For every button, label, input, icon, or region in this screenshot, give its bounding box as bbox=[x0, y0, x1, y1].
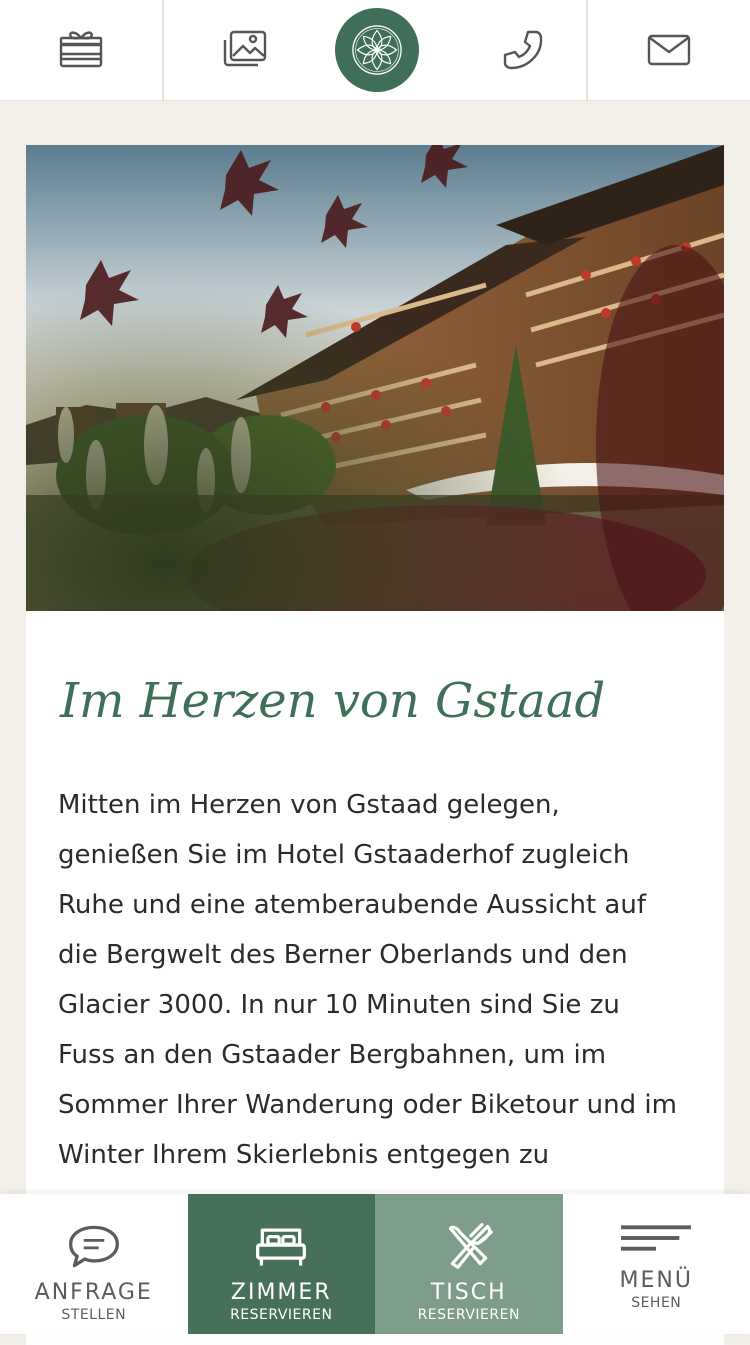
text-line: genießen Sie im Hotel Gstaaderhof zuglei… bbox=[58, 830, 708, 880]
text-line: Fuss an den Gstaader Bergbahnen, um im bbox=[58, 1030, 708, 1080]
chat-bubble-icon bbox=[66, 1222, 122, 1270]
menu-label: MENÜ bbox=[620, 1268, 693, 1294]
gallery-button[interactable] bbox=[164, 0, 326, 100]
text-line: Ruhe und eine atemberaubende Aussicht au… bbox=[58, 880, 708, 930]
bottom-navigation: ANFRAGE STELLEN ZIMMER RESERVIEREN bbox=[0, 1194, 750, 1334]
hotel-logo[interactable] bbox=[335, 8, 419, 92]
phone-icon bbox=[502, 24, 554, 76]
phone-button[interactable] bbox=[468, 0, 588, 100]
bed-icon bbox=[253, 1222, 309, 1270]
intro-text: Mitten im Herzen von Gstaad gelegen, gen… bbox=[58, 780, 708, 1180]
text-line: Glacier 3000. In nur 10 Minuten sind Sie… bbox=[58, 980, 708, 1030]
text-line: Winter Ihrem Skierlebnis entgegen zu bbox=[58, 1130, 708, 1180]
top-navigation bbox=[0, 0, 750, 101]
text-line: die Bergwelt des Berner Oberlands und de… bbox=[58, 930, 708, 980]
tisch-reservieren-button[interactable]: TISCH RESERVIEREN bbox=[375, 1194, 563, 1334]
gift-voucher-button[interactable] bbox=[0, 0, 164, 100]
mail-icon bbox=[643, 24, 695, 76]
anfrage-button[interactable]: ANFRAGE STELLEN bbox=[0, 1194, 188, 1334]
text-line: Mitten im Herzen von Gstaad gelegen, bbox=[58, 780, 708, 830]
tisch-sublabel: RESERVIEREN bbox=[418, 1306, 520, 1324]
gift-icon bbox=[55, 24, 107, 76]
header-center bbox=[326, 0, 588, 100]
anfrage-sublabel: STELLEN bbox=[61, 1306, 126, 1324]
anfrage-label: ANFRAGE bbox=[35, 1280, 153, 1306]
tisch-label: TISCH bbox=[431, 1280, 507, 1306]
zimmer-label: ZIMMER bbox=[231, 1280, 332, 1306]
text-line: Sommer Ihrer Wanderung oder Biketour und… bbox=[58, 1080, 708, 1130]
hotel-hero-image bbox=[26, 145, 724, 611]
email-button[interactable] bbox=[588, 0, 750, 100]
section-title: Im Herzen von Gstaad bbox=[60, 673, 605, 729]
menu-sublabel: SEHEN bbox=[631, 1294, 681, 1312]
intro-card: Im Herzen von Gstaad Mitten im Herzen vo… bbox=[26, 145, 724, 1345]
gallery-icon bbox=[219, 24, 271, 76]
zimmer-sublabel: RESERVIEREN bbox=[230, 1306, 332, 1324]
hamburger-menu-icon bbox=[621, 1221, 691, 1255]
cutlery-icon bbox=[441, 1221, 497, 1271]
menu-button[interactable]: MENÜ SEHEN bbox=[563, 1194, 750, 1334]
zimmer-reservieren-button[interactable]: ZIMMER RESERVIEREN bbox=[188, 1194, 376, 1334]
logo-flower-icon bbox=[351, 24, 403, 76]
